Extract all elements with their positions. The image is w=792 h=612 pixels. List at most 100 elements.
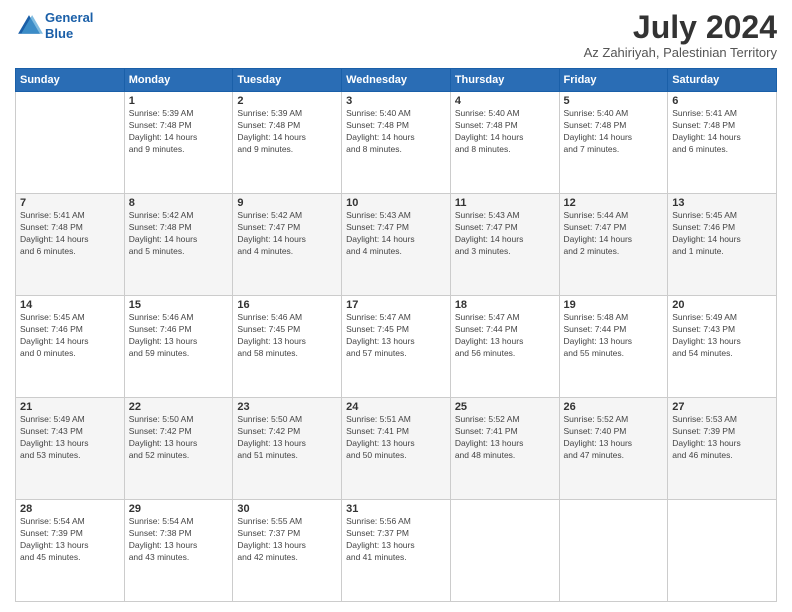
- day-info: Sunrise: 5:41 AM Sunset: 7:48 PM Dayligh…: [672, 108, 772, 156]
- calendar-cell: 15Sunrise: 5:46 AM Sunset: 7:46 PM Dayli…: [124, 296, 233, 398]
- calendar-cell: 28Sunrise: 5:54 AM Sunset: 7:39 PM Dayli…: [16, 500, 125, 602]
- calendar-cell: 23Sunrise: 5:50 AM Sunset: 7:42 PM Dayli…: [233, 398, 342, 500]
- calendar-cell: 9Sunrise: 5:42 AM Sunset: 7:47 PM Daylig…: [233, 194, 342, 296]
- calendar-cell: 30Sunrise: 5:55 AM Sunset: 7:37 PM Dayli…: [233, 500, 342, 602]
- calendar-cell: 24Sunrise: 5:51 AM Sunset: 7:41 PM Dayli…: [342, 398, 451, 500]
- calendar-table: SundayMondayTuesdayWednesdayThursdayFrid…: [15, 68, 777, 602]
- calendar-cell: 13Sunrise: 5:45 AM Sunset: 7:46 PM Dayli…: [668, 194, 777, 296]
- calendar-cell: 16Sunrise: 5:46 AM Sunset: 7:45 PM Dayli…: [233, 296, 342, 398]
- calendar-cell: 6Sunrise: 5:41 AM Sunset: 7:48 PM Daylig…: [668, 92, 777, 194]
- day-info: Sunrise: 5:43 AM Sunset: 7:47 PM Dayligh…: [346, 210, 446, 258]
- calendar-cell: [668, 500, 777, 602]
- day-info: Sunrise: 5:49 AM Sunset: 7:43 PM Dayligh…: [20, 414, 120, 462]
- day-info: Sunrise: 5:46 AM Sunset: 7:46 PM Dayligh…: [129, 312, 229, 360]
- calendar-day-header: Monday: [124, 69, 233, 92]
- calendar-day-header: Friday: [559, 69, 668, 92]
- calendar-cell: 25Sunrise: 5:52 AM Sunset: 7:41 PM Dayli…: [450, 398, 559, 500]
- day-number: 14: [20, 299, 120, 311]
- day-info: Sunrise: 5:51 AM Sunset: 7:41 PM Dayligh…: [346, 414, 446, 462]
- calendar-day-header: Thursday: [450, 69, 559, 92]
- calendar-week-row: 21Sunrise: 5:49 AM Sunset: 7:43 PM Dayli…: [16, 398, 777, 500]
- calendar-cell: 20Sunrise: 5:49 AM Sunset: 7:43 PM Dayli…: [668, 296, 777, 398]
- calendar-week-row: 1Sunrise: 5:39 AM Sunset: 7:48 PM Daylig…: [16, 92, 777, 194]
- day-info: Sunrise: 5:47 AM Sunset: 7:45 PM Dayligh…: [346, 312, 446, 360]
- calendar-cell: 7Sunrise: 5:41 AM Sunset: 7:48 PM Daylig…: [16, 194, 125, 296]
- calendar-week-row: 28Sunrise: 5:54 AM Sunset: 7:39 PM Dayli…: [16, 500, 777, 602]
- header: General Blue July 2024 Az Zahiriyah, Pal…: [15, 10, 777, 60]
- calendar-week-row: 7Sunrise: 5:41 AM Sunset: 7:48 PM Daylig…: [16, 194, 777, 296]
- calendar-cell: 14Sunrise: 5:45 AM Sunset: 7:46 PM Dayli…: [16, 296, 125, 398]
- day-info: Sunrise: 5:39 AM Sunset: 7:48 PM Dayligh…: [129, 108, 229, 156]
- day-number: 19: [564, 299, 664, 311]
- calendar-header-row: SundayMondayTuesdayWednesdayThursdayFrid…: [16, 69, 777, 92]
- day-number: 2: [237, 95, 337, 107]
- calendar-day-header: Sunday: [16, 69, 125, 92]
- day-number: 23: [237, 401, 337, 413]
- day-info: Sunrise: 5:44 AM Sunset: 7:47 PM Dayligh…: [564, 210, 664, 258]
- day-info: Sunrise: 5:55 AM Sunset: 7:37 PM Dayligh…: [237, 516, 337, 564]
- calendar-cell: 19Sunrise: 5:48 AM Sunset: 7:44 PM Dayli…: [559, 296, 668, 398]
- day-number: 13: [672, 197, 772, 209]
- logo: General Blue: [15, 10, 93, 41]
- calendar-cell: [16, 92, 125, 194]
- day-number: 28: [20, 503, 120, 515]
- day-info: Sunrise: 5:39 AM Sunset: 7:48 PM Dayligh…: [237, 108, 337, 156]
- calendar-cell: 31Sunrise: 5:56 AM Sunset: 7:37 PM Dayli…: [342, 500, 451, 602]
- day-info: Sunrise: 5:40 AM Sunset: 7:48 PM Dayligh…: [564, 108, 664, 156]
- calendar-cell: 2Sunrise: 5:39 AM Sunset: 7:48 PM Daylig…: [233, 92, 342, 194]
- day-info: Sunrise: 5:46 AM Sunset: 7:45 PM Dayligh…: [237, 312, 337, 360]
- day-number: 15: [129, 299, 229, 311]
- day-info: Sunrise: 5:48 AM Sunset: 7:44 PM Dayligh…: [564, 312, 664, 360]
- day-number: 18: [455, 299, 555, 311]
- day-number: 7: [20, 197, 120, 209]
- day-number: 26: [564, 401, 664, 413]
- day-info: Sunrise: 5:42 AM Sunset: 7:48 PM Dayligh…: [129, 210, 229, 258]
- calendar-cell: 8Sunrise: 5:42 AM Sunset: 7:48 PM Daylig…: [124, 194, 233, 296]
- day-number: 27: [672, 401, 772, 413]
- day-info: Sunrise: 5:50 AM Sunset: 7:42 PM Dayligh…: [129, 414, 229, 462]
- calendar-cell: 22Sunrise: 5:50 AM Sunset: 7:42 PM Dayli…: [124, 398, 233, 500]
- day-info: Sunrise: 5:42 AM Sunset: 7:47 PM Dayligh…: [237, 210, 337, 258]
- day-number: 29: [129, 503, 229, 515]
- calendar-cell: 11Sunrise: 5:43 AM Sunset: 7:47 PM Dayli…: [450, 194, 559, 296]
- calendar-cell: 26Sunrise: 5:52 AM Sunset: 7:40 PM Dayli…: [559, 398, 668, 500]
- calendar-day-header: Saturday: [668, 69, 777, 92]
- day-info: Sunrise: 5:49 AM Sunset: 7:43 PM Dayligh…: [672, 312, 772, 360]
- calendar-day-header: Wednesday: [342, 69, 451, 92]
- day-info: Sunrise: 5:54 AM Sunset: 7:39 PM Dayligh…: [20, 516, 120, 564]
- day-info: Sunrise: 5:56 AM Sunset: 7:37 PM Dayligh…: [346, 516, 446, 564]
- day-info: Sunrise: 5:50 AM Sunset: 7:42 PM Dayligh…: [237, 414, 337, 462]
- day-info: Sunrise: 5:45 AM Sunset: 7:46 PM Dayligh…: [20, 312, 120, 360]
- day-number: 16: [237, 299, 337, 311]
- calendar-cell: 10Sunrise: 5:43 AM Sunset: 7:47 PM Dayli…: [342, 194, 451, 296]
- day-number: 8: [129, 197, 229, 209]
- day-info: Sunrise: 5:53 AM Sunset: 7:39 PM Dayligh…: [672, 414, 772, 462]
- day-number: 25: [455, 401, 555, 413]
- day-info: Sunrise: 5:52 AM Sunset: 7:40 PM Dayligh…: [564, 414, 664, 462]
- day-number: 1: [129, 95, 229, 107]
- day-number: 3: [346, 95, 446, 107]
- calendar-cell: 1Sunrise: 5:39 AM Sunset: 7:48 PM Daylig…: [124, 92, 233, 194]
- day-number: 6: [672, 95, 772, 107]
- day-number: 17: [346, 299, 446, 311]
- calendar-cell: 3Sunrise: 5:40 AM Sunset: 7:48 PM Daylig…: [342, 92, 451, 194]
- subtitle: Az Zahiriyah, Palestinian Territory: [584, 45, 777, 60]
- calendar-cell: 18Sunrise: 5:47 AM Sunset: 7:44 PM Dayli…: [450, 296, 559, 398]
- day-number: 9: [237, 197, 337, 209]
- day-number: 20: [672, 299, 772, 311]
- day-info: Sunrise: 5:45 AM Sunset: 7:46 PM Dayligh…: [672, 210, 772, 258]
- day-number: 24: [346, 401, 446, 413]
- day-number: 11: [455, 197, 555, 209]
- day-info: Sunrise: 5:40 AM Sunset: 7:48 PM Dayligh…: [455, 108, 555, 156]
- page: General Blue July 2024 Az Zahiriyah, Pal…: [0, 0, 792, 612]
- calendar-cell: 21Sunrise: 5:49 AM Sunset: 7:43 PM Dayli…: [16, 398, 125, 500]
- day-number: 4: [455, 95, 555, 107]
- calendar-day-header: Tuesday: [233, 69, 342, 92]
- day-number: 30: [237, 503, 337, 515]
- day-number: 12: [564, 197, 664, 209]
- day-number: 21: [20, 401, 120, 413]
- day-number: 22: [129, 401, 229, 413]
- logo-text: General Blue: [45, 10, 93, 41]
- day-info: Sunrise: 5:52 AM Sunset: 7:41 PM Dayligh…: [455, 414, 555, 462]
- day-info: Sunrise: 5:54 AM Sunset: 7:38 PM Dayligh…: [129, 516, 229, 564]
